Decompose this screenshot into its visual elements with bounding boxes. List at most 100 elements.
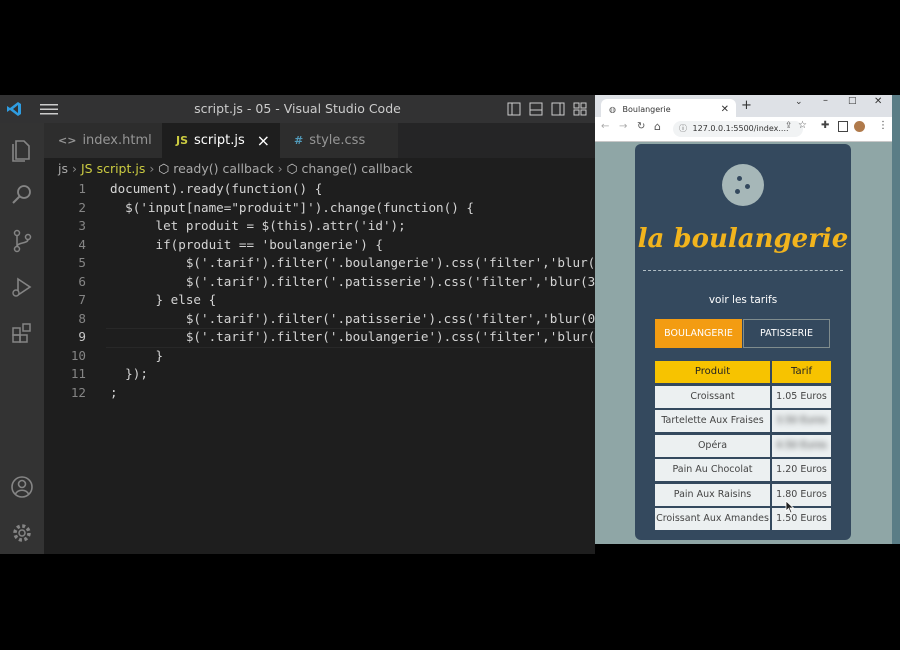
cell-produit: Pain Au Chocolat: [655, 459, 770, 481]
html-file-icon: <>: [58, 134, 77, 147]
code-line: let produit = $(this).attr('id');: [110, 218, 406, 233]
boulangerie-button[interactable]: BOULANGERIE: [655, 319, 742, 348]
js-file-icon: JS: [176, 134, 189, 147]
more-menu-icon[interactable]: ⋮: [878, 120, 888, 131]
breadcrumb: js › JS script.js › ⬡ ready() callback ›…: [58, 161, 413, 176]
run-debug-icon[interactable]: [8, 273, 36, 301]
vscode-window: script.js - 05 - Visual Studio Code <> in…: [0, 95, 595, 554]
cell-produit: Tartelette Aux Fraises: [655, 410, 770, 432]
code-line: $('.tarif').filter('.patisserie').css('f…: [110, 310, 595, 326]
toggle-panel-icon[interactable]: [529, 102, 543, 116]
window-title: script.js - 05 - Visual Studio Code: [194, 101, 401, 116]
line-number: 11: [70, 366, 86, 381]
breadcrumb-folder[interactable]: js: [58, 161, 68, 176]
activity-bar: [0, 123, 44, 554]
search-icon[interactable]: [8, 181, 36, 209]
minimize-icon[interactable]: –: [823, 95, 828, 106]
manage-gear-icon[interactable]: [8, 519, 36, 547]
line-number: 8: [78, 310, 86, 326]
line-number: 2: [78, 199, 86, 215]
code-line: } else {: [110, 292, 217, 307]
breadcrumb-change[interactable]: change() callback: [302, 161, 413, 176]
column-header-tarif: Tarif: [772, 361, 831, 383]
accounts-icon[interactable]: [8, 473, 36, 501]
new-tab-icon[interactable]: +: [741, 98, 752, 113]
toggle-sidebar-icon[interactable]: [507, 102, 521, 116]
subtitle: voir les tarifs: [708, 294, 778, 306]
home-icon[interactable]: ⌂: [654, 120, 661, 133]
css-file-icon: #: [294, 134, 304, 147]
tab-label: script.js: [194, 133, 245, 148]
url-text: 127.0.0.1:5500/index....: [692, 124, 789, 133]
desktop-background: [892, 95, 900, 544]
cell-tarif-blurred: 3.50 Euros: [772, 410, 831, 432]
line-number: 12: [70, 384, 86, 400]
cell-tarif-blurred: 4.50 Euros: [772, 434, 831, 457]
tab-index-html[interactable]: <> index.html: [44, 123, 162, 158]
line-number: 9: [78, 329, 86, 344]
extensions-icon[interactable]: [8, 319, 36, 347]
close-window-icon[interactable]: ✕: [874, 96, 882, 107]
tab-script-js[interactable]: JS script.js ×: [162, 123, 280, 158]
customize-layout-icon[interactable]: [573, 102, 587, 116]
cell-tarif: 1.20 Euros: [772, 459, 831, 481]
divider: [643, 270, 843, 271]
method-icon: ⬡: [158, 161, 174, 176]
cell-produit: Croissant: [655, 385, 770, 408]
maximize-icon[interactable]: □: [848, 96, 857, 106]
code-line: ;: [110, 384, 118, 400]
code-line: if(produit == 'boulangerie') {: [110, 236, 383, 252]
code-line: $('.tarif').filter('.boulangerie').css('…: [110, 255, 595, 270]
line-number: 6: [78, 273, 86, 289]
code-editor[interactable]: 1 2 3 4 5 6 7 8 9 10 11 12 document).rea…: [44, 180, 595, 554]
code-line: $('.tarif').filter('.patisserie').css('f…: [110, 273, 595, 289]
patisserie-button[interactable]: PATISSERIE: [743, 319, 830, 348]
cell-produit: Opéra: [655, 434, 770, 457]
line-number: 5: [78, 255, 86, 270]
extensions-puzzle-icon[interactable]: ✚: [821, 120, 829, 131]
line-number: 7: [78, 292, 86, 307]
tab-style-css[interactable]: # style.css: [280, 123, 398, 158]
reload-icon[interactable]: ↻: [637, 121, 645, 132]
breadcrumb-file[interactable]: JS script.js: [81, 161, 145, 176]
code-line: $('input[name="produit"]').change(functi…: [110, 199, 474, 215]
tab-search-icon[interactable]: ⌄: [795, 97, 803, 107]
url-field[interactable]: ⓘ 127.0.0.1:5500/index....: [673, 121, 803, 137]
toggle-secondary-sidebar-icon[interactable]: [551, 102, 565, 116]
blurred-price: 3.50 Euros: [776, 415, 827, 426]
tab-label: index.html: [82, 133, 152, 148]
tab-label: style.css: [309, 133, 366, 148]
editor-tabs: <> index.html JS script.js × # style.css: [44, 123, 595, 158]
code-line: });: [110, 366, 148, 381]
site-info-icon[interactable]: ⓘ: [679, 124, 687, 133]
mouse-cursor-icon: [785, 500, 795, 514]
cell-tarif: 1.05 Euros: [772, 385, 831, 408]
cell-produit: Croissant Aux Amandes: [655, 508, 770, 530]
browser-tab-title: Boulangerie: [622, 105, 671, 114]
bookmark-star-icon[interactable]: ☆: [798, 120, 807, 131]
line-number: 1: [78, 181, 86, 196]
source-control-icon[interactable]: [8, 227, 36, 255]
cell-tarif: 1.80 Euros: [772, 483, 831, 506]
breadcrumb-ready[interactable]: ready() callback: [173, 161, 273, 176]
back-icon[interactable]: ←: [601, 121, 609, 132]
cookie-logo-icon: [722, 164, 764, 206]
title-bar: script.js - 05 - Visual Studio Code: [0, 95, 595, 123]
blurred-price: 4.50 Euros: [776, 439, 827, 451]
share-icon[interactable]: ⇪: [785, 121, 793, 131]
pricing-card: la boulangerie voir les tarifs BOULANGER…: [635, 144, 851, 540]
brand-title: la boulangerie: [637, 224, 849, 254]
code-line: document).ready(function() {: [110, 181, 323, 196]
column-header-produit: Produit: [655, 361, 770, 383]
side-panel-icon[interactable]: [838, 121, 848, 132]
explorer-icon[interactable]: [8, 135, 36, 163]
method-icon: ⬡: [286, 161, 302, 176]
profile-avatar[interactable]: [854, 121, 865, 132]
cell-tarif: 1.50 Euros: [772, 508, 831, 530]
address-bar-row: ← → ↻ ⌂ ⓘ 127.0.0.1:5500/index.... ⇪ ☆ ✚…: [595, 117, 892, 142]
close-tab-icon[interactable]: ×: [257, 123, 270, 158]
globe-icon: ◍: [609, 105, 616, 114]
forward-icon[interactable]: →: [619, 121, 627, 132]
browser-window: ◍ Boulangerie ✕ + ⌄ – □ ✕ ← → ↻ ⌂ ⓘ 127.…: [595, 95, 892, 544]
line-number: 4: [78, 236, 86, 252]
